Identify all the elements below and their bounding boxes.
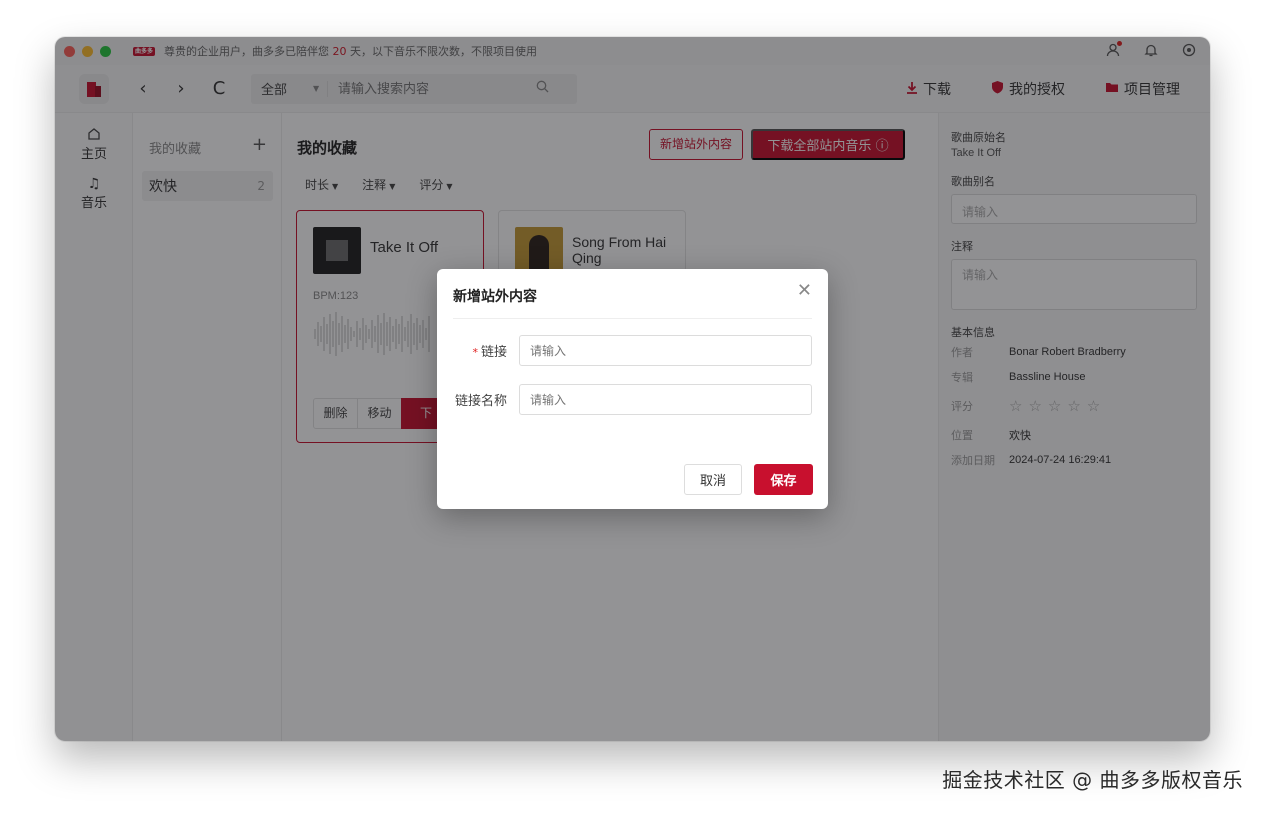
link-row: * 链接 xyxy=(437,335,812,366)
link-label: * 链接 xyxy=(437,341,507,360)
dialog-title: 新增站外内容 xyxy=(453,289,537,305)
save-button[interactable]: 保存 xyxy=(754,464,813,495)
app-window: 曲多多 尊贵的企业用户，曲多多已陪伴您 20 天，以下音乐不限次数，不限项目使用… xyxy=(55,37,1210,741)
link-name-input[interactable] xyxy=(519,384,812,415)
link-name-row: 链接名称 xyxy=(437,384,812,415)
cancel-button[interactable]: 取消 xyxy=(684,464,742,495)
dialog-divider xyxy=(453,318,812,319)
link-input[interactable] xyxy=(519,335,812,366)
close-icon[interactable]: ✕ xyxy=(797,280,812,301)
add-external-content-dialog: 新增站外内容 ✕ *链接 链接名称 取消 保存 xyxy=(437,269,828,509)
link-label-text: 链接 xyxy=(480,345,507,360)
link-name-label: 链接名称 xyxy=(454,394,507,409)
watermark-text: 掘金技术社区 @ 曲多多版权音乐 xyxy=(942,768,1243,792)
required-marker: * xyxy=(472,346,478,359)
